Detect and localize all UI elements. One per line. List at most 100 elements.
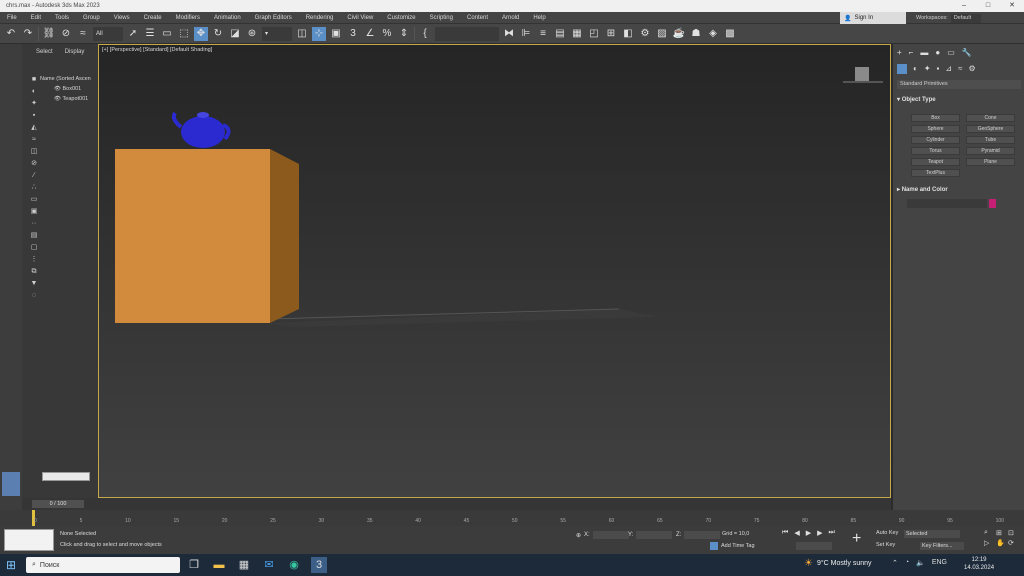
select-all-icon[interactable]: ⧉ [30, 268, 38, 276]
bind-space-warp-icon[interactable]: ≈ [76, 27, 90, 41]
previous-frame-icon[interactable]: ◀ [794, 529, 799, 537]
rect-region-icon[interactable]: ▭ [160, 27, 174, 41]
link-icon[interactable]: ⛓ [42, 27, 56, 41]
menu-arnold[interactable]: Arnold [495, 15, 526, 21]
ref-coord-icon[interactable]: ▾ [262, 26, 292, 41]
render-setup-icon[interactable]: ⚙ [638, 27, 652, 41]
modify-tab-icon[interactable]: ⌐ [909, 48, 914, 57]
name-color-rollout[interactable]: ▸ Name and Color [897, 186, 948, 193]
key-filters-button[interactable]: Key Filters... [920, 542, 964, 550]
transform-mode-icon[interactable]: ⊕ [576, 532, 581, 539]
object-type-rollout[interactable]: ▾ Object Type [897, 96, 936, 103]
volume-icon[interactable]: 🔈 [916, 559, 925, 567]
unlink-icon[interactable]: ⊘ [59, 27, 73, 41]
undo-icon[interactable]: ↶ [4, 27, 18, 41]
teapot-button[interactable]: Teapot [911, 158, 960, 166]
helpers-icon[interactable]: ⊿ [945, 64, 952, 74]
motion-tab-icon[interactable]: ● [935, 48, 940, 57]
track-bar[interactable]: 0 5 10 15 20 25 30 35 40 45 50 55 60 65 … [0, 510, 1024, 526]
filter-groups-icon[interactable]: ◫ [30, 148, 38, 156]
menu-views[interactable]: Views [107, 15, 137, 21]
menu-edit[interactable]: Edit [24, 15, 48, 21]
display-children-icon[interactable]: ▤ [30, 232, 38, 240]
filter-funnel-icon[interactable]: ▼ [30, 280, 38, 288]
display-dependents-icon[interactable]: ⋮ [30, 256, 38, 264]
menu-group[interactable]: Group [76, 15, 107, 21]
maximize-button[interactable]: □ [976, 0, 1000, 12]
snap-icon[interactable]: ⊹ [312, 26, 326, 41]
cameras-icon[interactable]: ▪ [937, 64, 940, 74]
plane-button[interactable]: Plane [966, 158, 1015, 166]
close-button[interactable]: ✕ [1000, 0, 1024, 12]
menu-civil-view[interactable]: Civil View [340, 15, 380, 21]
redo-icon[interactable]: ↷ [21, 27, 35, 41]
box-button[interactable]: Box [911, 114, 960, 122]
select-scale-icon[interactable]: ◪ [228, 27, 242, 41]
menu-create[interactable]: Create [137, 15, 169, 21]
tree-item-box001[interactable]: 👁 Box001 [28, 84, 98, 94]
menu-tools[interactable]: Tools [48, 15, 76, 21]
3dsmax-icon[interactable]: 3 [311, 557, 327, 573]
fov-icon[interactable]: ▷ [984, 539, 994, 547]
sphere-button[interactable]: Sphere [911, 125, 960, 133]
render-iterative-icon[interactable]: ☗ [689, 27, 703, 41]
z-field[interactable] [684, 531, 721, 539]
time-slider-handle[interactable]: 0 / 100 [32, 500, 84, 508]
percent-snap-icon[interactable]: % [380, 27, 394, 41]
spinner-snap-icon[interactable]: ⇕ [397, 27, 411, 41]
current-frame-field[interactable] [796, 542, 832, 550]
display-influences-icon[interactable]: ▢ [30, 244, 38, 252]
tree-header[interactable]: Name (Sorted Ascen [28, 74, 98, 84]
torus-button[interactable]: Torus [911, 147, 960, 155]
menu-modifiers[interactable]: Modifiers [169, 15, 207, 21]
align-icon[interactable]: ⊫ [519, 27, 533, 41]
filter-frozen-icon[interactable]: ▣ [30, 208, 38, 216]
schematic-icon[interactable]: ⊞ [604, 27, 618, 41]
primitive-type-dropdown[interactable]: Standard Primitives [897, 80, 1021, 89]
clock[interactable]: 12:19 14.03.2024 [964, 556, 994, 572]
play-icon[interactable]: ▶ [806, 529, 811, 537]
zoom-icon[interactable]: ⌕ [984, 529, 994, 537]
viewport-layout-thumbnail[interactable] [2, 472, 20, 496]
maxscript-listener[interactable] [4, 529, 54, 551]
cylinder-button[interactable]: Cylinder [911, 136, 960, 144]
filter-particles-icon[interactable]: ∴ [30, 184, 38, 192]
rendered-frame-icon[interactable]: ▨ [655, 27, 669, 41]
filter-xrefs-icon[interactable]: ⊘ [30, 160, 38, 168]
tray-chevron-icon[interactable]: ⌃ [892, 559, 898, 567]
auto-key-button[interactable]: Auto Key [876, 530, 898, 536]
pyramid-button[interactable]: Pyramid [966, 147, 1015, 155]
next-frame-icon[interactable]: ▶ [817, 529, 822, 537]
snap-toggle-icon[interactable]: ▣ [329, 27, 343, 41]
scene-explorer-icon[interactable]: ▤ [553, 27, 567, 41]
menu-file[interactable]: File [0, 15, 24, 21]
menu-graph-editors[interactable]: Graph Editors [248, 15, 299, 21]
filter-hidden-icon[interactable]: ·· [30, 220, 38, 228]
object-color-swatch[interactable] [989, 199, 996, 208]
sign-in-button[interactable]: 👤 Sign In [840, 12, 906, 24]
sync-selection-icon[interactable]: ◌ [30, 292, 38, 300]
explorer-icon[interactable]: ▬ [211, 557, 227, 573]
snaps-3d-icon[interactable]: 3 [346, 27, 360, 41]
edge-icon[interactable]: ◉ [286, 557, 302, 573]
x-field[interactable] [592, 531, 629, 539]
go-to-start-icon[interactable]: ⏮ [782, 529, 788, 537]
shapes-icon[interactable]: ◐ [913, 64, 918, 74]
menu-scripting[interactable]: Scripting [423, 15, 460, 21]
menu-customize[interactable]: Customize [380, 15, 422, 21]
filter-bones-icon[interactable]: ∕ [30, 172, 38, 180]
placement-icon[interactable]: ⊛ [245, 27, 259, 41]
workspace-value[interactable]: Default [950, 13, 982, 23]
edit-named-sel-icon[interactable]: { [418, 27, 432, 41]
layer-icon[interactable]: ≡ [536, 27, 550, 41]
language-indicator[interactable]: ENG [932, 559, 947, 567]
window-crossing-icon[interactable]: ⬚ [177, 27, 191, 41]
new-key-icon[interactable]: + [852, 530, 861, 548]
windows-start-icon[interactable]: ⊞ [6, 558, 20, 572]
select-rotate-icon[interactable]: ↻ [211, 27, 225, 41]
scene-explorer-scrollbar[interactable] [42, 472, 90, 481]
pivot-icon[interactable]: ◫ [295, 27, 309, 41]
cone-button[interactable]: Cone [966, 114, 1015, 122]
select-move-icon[interactable]: ✥ [194, 26, 208, 41]
spacewarps-icon[interactable]: ≈ [958, 64, 962, 74]
